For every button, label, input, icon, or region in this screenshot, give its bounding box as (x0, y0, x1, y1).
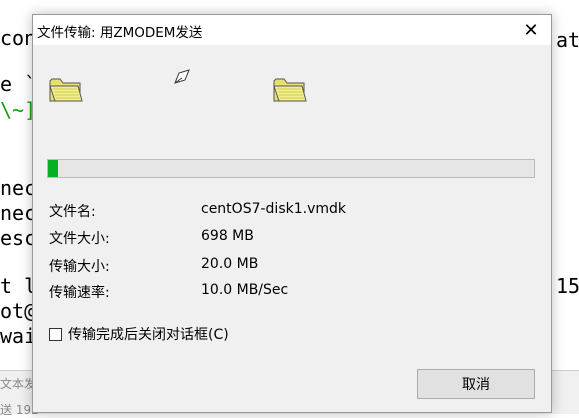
close-icon: ✕ (523, 19, 539, 41)
terminal-line-right: at (556, 28, 579, 52)
source-folder-icon (49, 78, 83, 102)
close-on-finish-checkbox[interactable] (49, 327, 62, 341)
terminal-line: e ` (0, 72, 37, 96)
terminal-line-right: 15 (556, 274, 579, 298)
cancel-button[interactable]: 取消 (417, 369, 535, 399)
close-on-finish-label: 传输完成后关闭对话框(C) (68, 327, 229, 343)
dialog-titlebar[interactable]: 文件传输: 用ZMODEM发送 ✕ (33, 15, 551, 45)
close-button[interactable]: ✕ (511, 15, 551, 45)
transfer-animation (33, 69, 551, 109)
status-text: 文本发 (0, 377, 37, 391)
destination-folder-icon (273, 78, 307, 102)
cancel-button-label: 取消 (462, 377, 490, 393)
transfer-progress-bar (47, 159, 535, 178)
file-transfer-dialog: 文件传输: 用ZMODEM发送 ✕ 文件名: centOS7-disk1.vmd… (32, 14, 552, 413)
progress-fill (48, 160, 58, 177)
filename-value: centOS7-disk1.vmdk (201, 201, 346, 217)
terminal-line: \~] (0, 98, 37, 122)
transferred-size-label: 传输大小: (49, 259, 110, 275)
close-on-finish-option[interactable]: 传输完成后关闭对话框(C) (49, 325, 229, 343)
file-size-label: 文件大小: (49, 231, 110, 247)
dialog-title: 文件传输: 用ZMODEM发送 (37, 25, 203, 41)
flying-document-icon (174, 69, 190, 84)
file-size-value: 698 MB (201, 228, 254, 244)
terminal-line: ot@ (0, 299, 37, 323)
transfer-rate-value: 10.0 MB/Sec (201, 282, 289, 298)
filename-label: 文件名: (49, 204, 96, 220)
transfer-rate-label: 传输速率: (49, 285, 110, 301)
transferred-size-value: 20.0 MB (201, 256, 259, 272)
